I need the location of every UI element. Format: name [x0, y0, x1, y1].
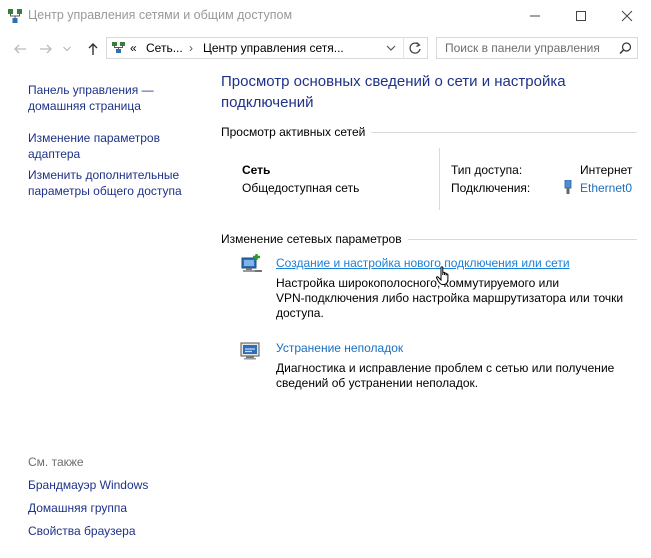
breadcrumb-item-center[interactable]: Центр управления сетя...: [203, 41, 344, 55]
control-panel-icon: [112, 42, 126, 57]
page-title: Просмотр основных сведений о сети и наст…: [221, 73, 566, 111]
maximize-button[interactable]: [558, 0, 604, 32]
close-button[interactable]: [604, 0, 650, 32]
refresh-icon: [409, 42, 421, 54]
address-dropdown-button[interactable]: [386, 42, 396, 56]
troubleshoot-link[interactable]: Устранение неполадок: [276, 341, 403, 355]
active-networks-title: Просмотр активных сетей: [221, 125, 372, 139]
change-adapter-settings-link[interactable]: Изменение параметров адаптера: [28, 130, 160, 162]
access-type-label: Тип доступа:: [451, 163, 523, 177]
address-divider: [403, 37, 404, 59]
control-panel-home-link[interactable]: Панель управления — домашняя страница: [28, 82, 154, 114]
windows-firewall-link[interactable]: Брандмауэр Windows: [28, 477, 148, 493]
network-center-icon: [8, 9, 22, 23]
minimize-button[interactable]: [512, 0, 558, 32]
forward-button[interactable]: [36, 40, 56, 58]
vertical-divider: [439, 148, 440, 210]
ethernet-connection-link[interactable]: Ethernet0: [580, 181, 632, 195]
connections-label: Подключения:: [451, 181, 531, 195]
network-name: Сеть: [242, 163, 271, 177]
see-also-title: См. также: [28, 455, 84, 469]
window-title: Центр управления сетями и общим доступом: [28, 8, 293, 22]
up-button[interactable]: [83, 40, 103, 58]
network-type: Общедоступная сеть: [242, 181, 360, 195]
advanced-sharing-settings-link[interactable]: Изменить дополнительные параметры общего…: [28, 167, 182, 199]
troubleshoot-description: Диагностика и исправление проблем с сеть…: [276, 361, 615, 390]
chevron-down-icon: [63, 46, 71, 52]
forward-arrow-icon: [40, 44, 52, 54]
breadcrumb-overflow[interactable]: «: [130, 41, 137, 55]
new-connection-icon: [240, 254, 264, 279]
up-arrow-icon: [88, 43, 98, 55]
hand-cursor-icon: [435, 266, 452, 289]
access-type-value: Интернет: [580, 163, 633, 177]
homegroup-link[interactable]: Домашняя группа: [28, 500, 127, 516]
recent-locations-button[interactable]: [60, 40, 74, 58]
internet-options-link[interactable]: Свойства браузера: [28, 523, 136, 539]
search-icon[interactable]: [619, 42, 632, 58]
change-settings-title: Изменение сетевых параметров: [221, 232, 408, 246]
chevron-down-icon: [386, 45, 396, 51]
close-icon: [621, 10, 633, 22]
ethernet-icon: [563, 179, 573, 197]
breadcrumb-separator[interactable]: ›: [189, 41, 193, 55]
back-button[interactable]: [10, 40, 30, 58]
minimize-icon: [530, 15, 540, 17]
breadcrumb-item-network[interactable]: Сеть...: [146, 41, 183, 55]
troubleshoot-icon: [240, 341, 262, 364]
search-input[interactable]: Поиск в панели управления: [445, 41, 600, 55]
setup-new-connection-link[interactable]: Создание и настройка нового подключения …: [276, 256, 570, 270]
maximize-icon: [576, 11, 586, 21]
back-arrow-icon: [14, 44, 26, 54]
refresh-button[interactable]: [408, 41, 422, 58]
